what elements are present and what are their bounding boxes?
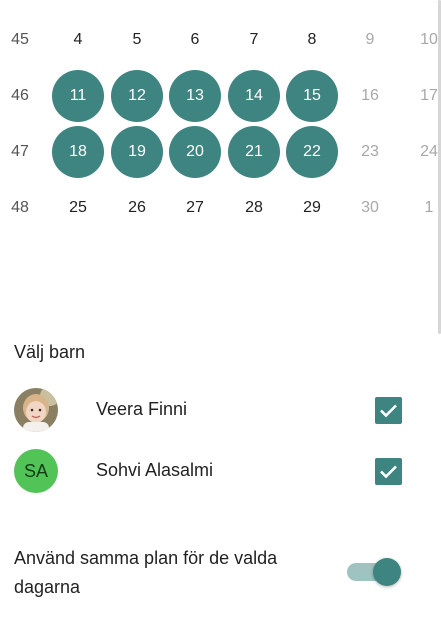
same-plan-label: Använd samma plan för de valda dagarna: [14, 548, 278, 597]
day-cell-selected[interactable]: 20: [169, 126, 221, 178]
avatar: SA: [14, 449, 58, 493]
check-icon: [380, 404, 397, 418]
week-row: 48 25 26 27 28 29 30 1: [0, 182, 441, 238]
week-number: 46: [11, 87, 29, 104]
day-cell-weekend[interactable]: 1: [403, 182, 441, 234]
week-row: 46 11 12 13 14 15 16 17: [0, 70, 441, 126]
day-cell-selected[interactable]: 21: [228, 126, 280, 178]
day-cell[interactable]: 5: [111, 14, 163, 66]
day-cell-weekend[interactable]: 17: [403, 70, 441, 122]
avatar-initials: SA: [23, 460, 48, 481]
calendar-grid: 45 4 5 6 7 8 9 10 46 11 12 13 14 15 16 1…: [0, 14, 441, 238]
toggle-thumb: [373, 558, 401, 586]
day-cell[interactable]: 28: [228, 182, 280, 234]
day-cell-selected[interactable]: 19: [111, 126, 163, 178]
week-row: 45 4 5 6 7 8 9 10: [0, 14, 441, 70]
week-number: 45: [11, 31, 29, 48]
day-cell[interactable]: 4: [52, 14, 104, 66]
child-name: Sohvi Alasalmi: [96, 460, 214, 480]
child-row-veera[interactable]: Veera Finni: [0, 385, 441, 435]
week-number: 47: [11, 143, 29, 160]
day-cell[interactable]: 7: [228, 14, 280, 66]
day-cell-weekend[interactable]: 10: [403, 14, 441, 66]
same-plan-toggle[interactable]: [345, 557, 403, 587]
week-number: 48: [11, 199, 29, 216]
child-photo-icon: [14, 388, 58, 432]
day-cell-selected[interactable]: 14: [228, 70, 280, 122]
child-row-sohvi[interactable]: SA Sohvi Alasalmi: [0, 446, 441, 496]
day-cell[interactable]: 27: [169, 182, 221, 234]
day-cell-weekend[interactable]: 24: [403, 126, 441, 178]
day-cell[interactable]: 25: [52, 182, 104, 234]
day-cell-selected[interactable]: 13: [169, 70, 221, 122]
day-cell-selected[interactable]: 18: [52, 126, 104, 178]
child-name: Veera Finni: [96, 399, 188, 419]
day-cell-selected[interactable]: 12: [111, 70, 163, 122]
day-cell[interactable]: 6: [169, 14, 221, 66]
child-checkbox[interactable]: [375, 458, 402, 485]
day-cell-weekend[interactable]: 16: [344, 70, 396, 122]
day-cell[interactable]: 29: [286, 182, 338, 234]
day-cell-weekend[interactable]: 23: [344, 126, 396, 178]
avatar: [14, 388, 58, 432]
day-cell[interactable]: 26: [111, 182, 163, 234]
day-cell-weekend[interactable]: 30: [344, 182, 396, 234]
day-cell-weekend[interactable]: 9: [344, 14, 396, 66]
day-cell-selected[interactable]: 22: [286, 126, 338, 178]
day-cell-selected[interactable]: 11: [52, 70, 104, 122]
check-icon: [380, 465, 397, 479]
day-cell[interactable]: 8: [286, 14, 338, 66]
week-row: 47 18 19 20 21 22 23 24: [0, 126, 441, 182]
select-children-title: Välj barn: [14, 342, 86, 362]
day-cell-selected[interactable]: 15: [286, 70, 338, 122]
child-checkbox[interactable]: [375, 397, 402, 424]
